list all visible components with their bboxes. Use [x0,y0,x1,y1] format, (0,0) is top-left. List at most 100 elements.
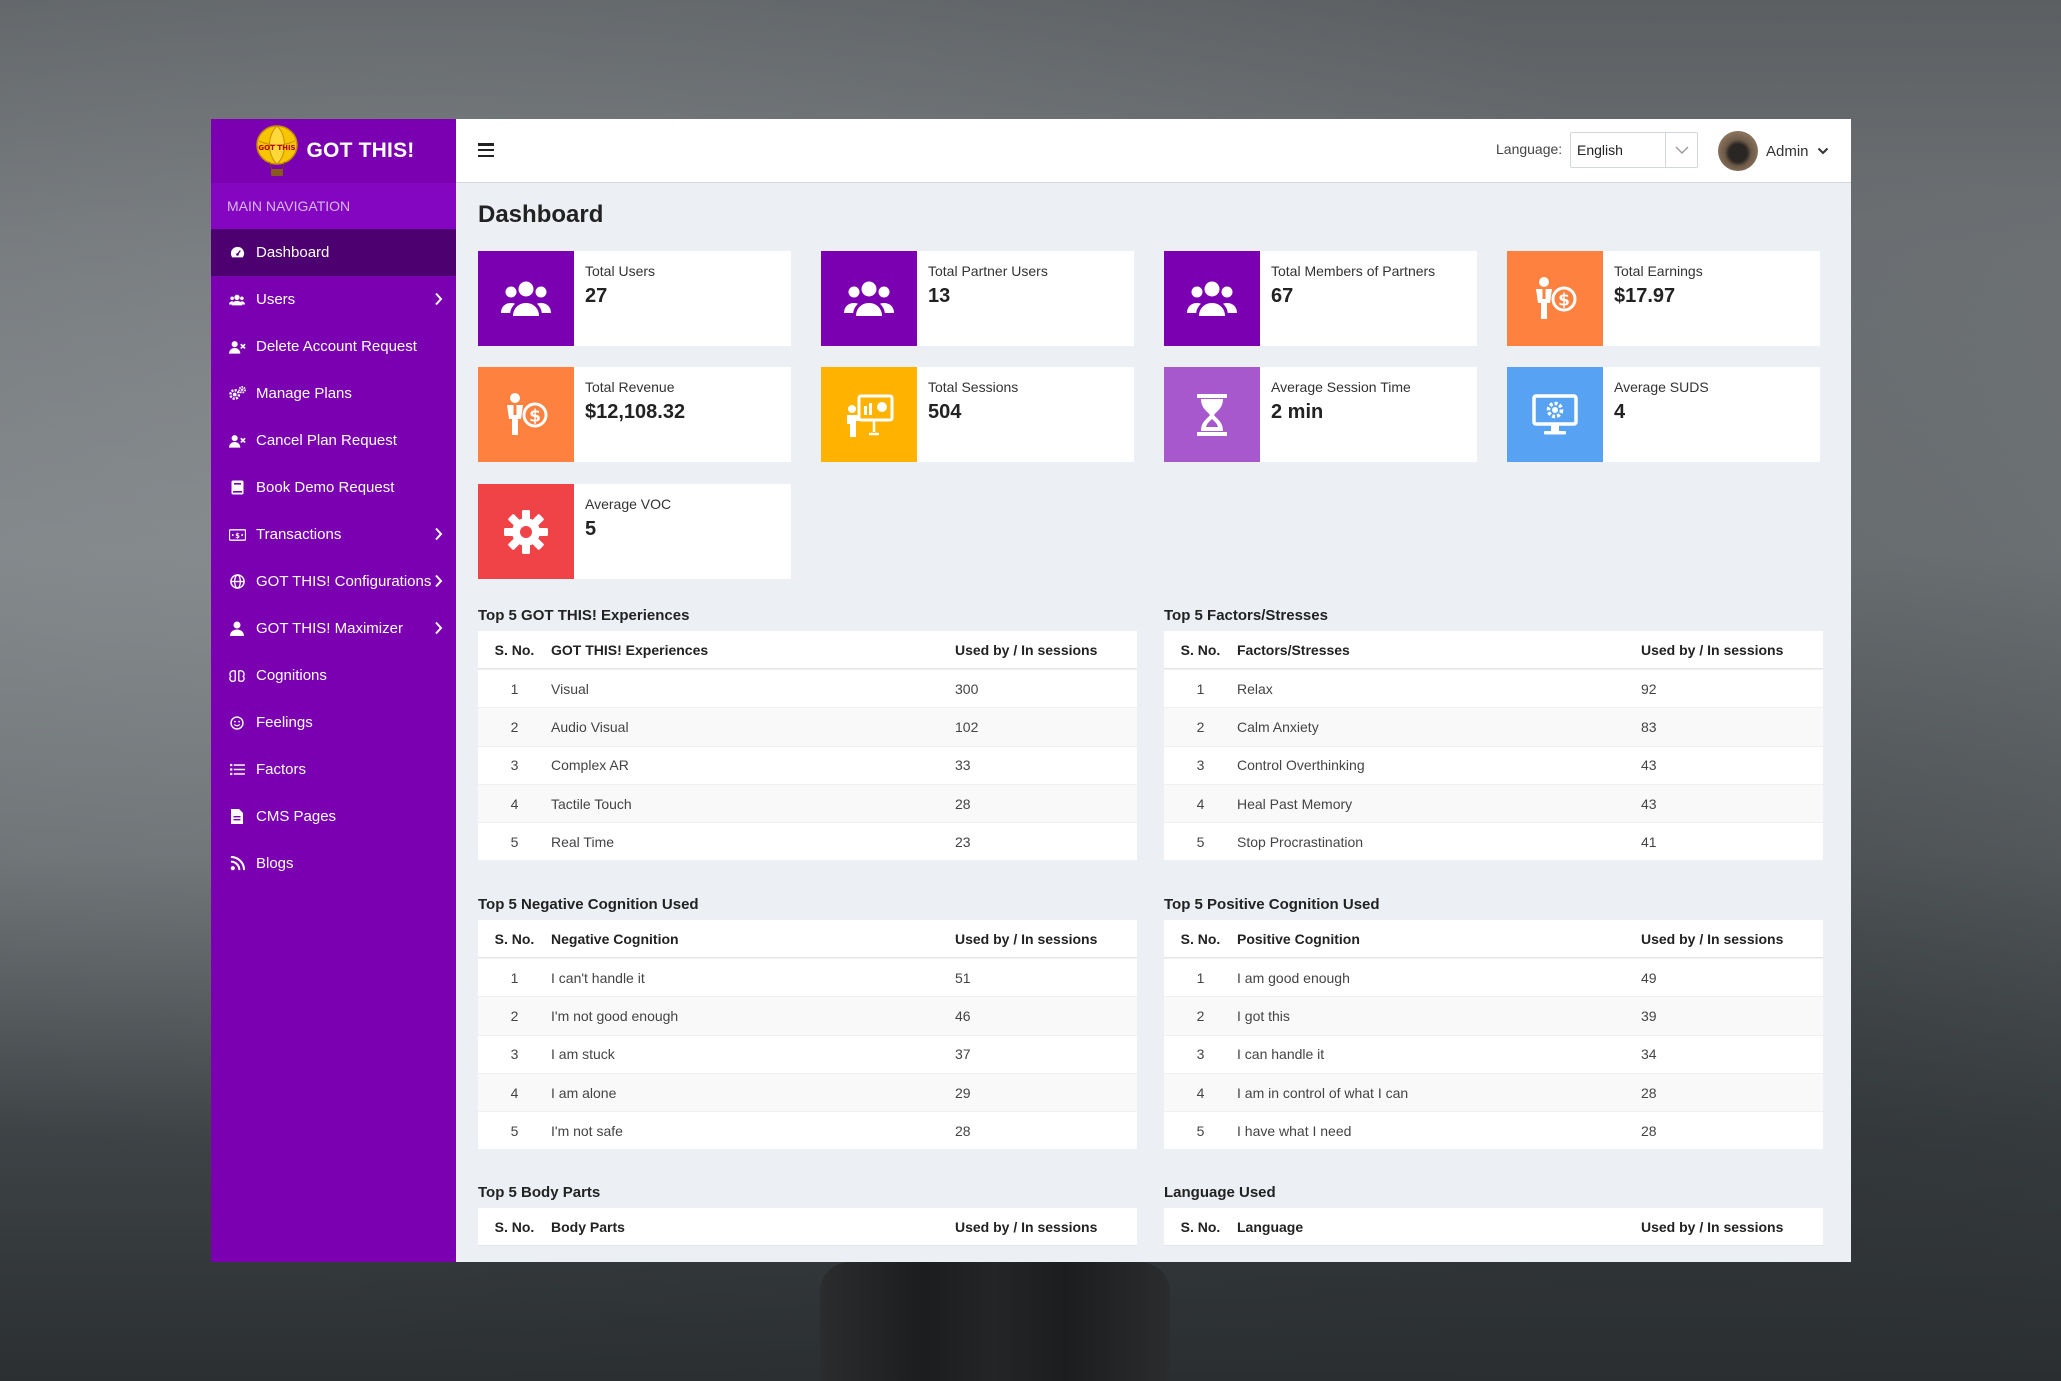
stat-card-total-earnings[interactable]: $ Total Earnings $17.97 [1507,251,1820,346]
sidebar-item-label: Feelings [256,714,313,731]
stat-card-total-revenue[interactable]: $ Total Revenue $12,108.32 [478,367,791,462]
svg-text:GOT THIS: GOT THIS [258,144,295,152]
stat-card-average-voc[interactable]: Average VOC 5 [478,484,791,579]
table-row: 5 I'm not safe 28 [478,1111,1137,1149]
sidebar-item-factors[interactable]: Factors [211,746,456,793]
stat-card-total-users[interactable]: Total Users 27 [478,251,791,346]
column-header: Positive Cognition [1237,930,1360,947]
stat-card-average-suds[interactable]: Average SUDS 4 [1507,367,1820,462]
page-title: Dashboard [478,201,604,228]
sidebar-item-cognitions[interactable]: Cognitions [211,652,456,699]
sidebar-item-dashboard[interactable]: Dashboard [211,229,456,276]
table-cell: 3 [1196,1046,1205,1063]
stat-label: Average Session Time [1271,379,1411,395]
table-row: 1 I am good enough 49 [1164,958,1823,996]
table-cell: 23 [955,833,971,850]
sidebar-item-users[interactable]: Users [211,276,456,323]
blog-icon [228,855,246,873]
stat-card-average-session-time[interactable]: Average Session Time 2 min [1164,367,1477,462]
table-cell: Tactile Touch [551,795,632,812]
section-title-top-5-factors-stresses: Top 5 Factors/Stresses [1164,607,1328,624]
stat-card-icon-box [821,367,917,462]
column-header: S. No. [494,1218,535,1235]
stat-card-total-sessions[interactable]: Total Sessions 504 [821,367,1134,462]
dashboard-icon [228,244,246,262]
brand[interactable]: GOT THIS GOT THIS! [211,119,456,183]
avatar [1718,131,1758,171]
table-cell: I'm not safe [551,1122,623,1139]
sidebar-item-book-demo-request[interactable]: Book Demo Request [211,464,456,511]
table-header-row: S. No. Language Used by / In sessions [1164,1208,1823,1246]
sidebar-item-cancel-plan-request[interactable]: Cancel Plan Request [211,417,456,464]
sidebar-item-label: Blogs [256,855,294,872]
user-icon [228,620,246,638]
chevron-down-icon[interactable] [1665,133,1697,167]
table-cell: 1 [510,680,519,697]
stat-card-icon-box [1164,251,1260,346]
stat-card-icon-box: $ [478,367,574,462]
svg-text:$: $ [529,406,541,426]
stat-card-total-partner-users[interactable]: Total Partner Users 13 [821,251,1134,346]
table-row: 2 Calm Anxiety 83 [1164,707,1823,746]
language-select[interactable]: English [1570,132,1698,168]
table-top-5-negative-cognition-used: S. No. Negative Cognition Used by / In ses… [478,920,1137,1150]
table-cell: Heal Past Memory [1237,795,1353,812]
table-cell: 2 [510,1007,519,1024]
monitor-gear-icon [1532,393,1578,437]
column-header: Language [1237,1218,1304,1235]
globe-icon [228,573,246,591]
menu-toggle-icon[interactable] [478,143,494,158]
stat-card-total-members-of-partners[interactable]: Total Members of Partners 67 [1164,251,1477,346]
table-cell: 4 [1196,795,1205,812]
sidebar-item-manage-plans[interactable]: Manage Plans [211,370,456,417]
presentation-icon [844,392,894,438]
sidebar-item-label: Cancel Plan Request [256,432,397,449]
table-cell: 28 [1641,1122,1657,1139]
sidebar-item-got-this-configurations[interactable]: GOT THIS! Configurations [211,558,456,605]
table-row: 3 I am stuck 37 [478,1034,1137,1073]
table-cell: 28 [955,1122,971,1139]
table-cell: 2 [1196,718,1205,735]
table-cell: Stop Procrastination [1237,833,1364,850]
sidebar-item-label: Manage Plans [256,385,352,402]
users-group-icon [1187,280,1237,318]
stat-value: 5 [585,518,597,540]
app-window: GOT THIS GOT THIS! MAIN NAVIGATION Dashb… [211,119,1851,1262]
table-row: 5 Stop Procrastination 41 [1164,822,1823,860]
table-cell: Control Overthinking [1237,757,1365,774]
stat-card-icon-box [1507,367,1603,462]
column-header: Body Parts [551,1218,625,1235]
sidebar-item-delete-account-request[interactable]: Delete Account Request [211,323,456,370]
table-row: 1 Visual 300 [478,669,1137,707]
table-cell: I got this [1237,1007,1290,1024]
table-cell: 37 [955,1046,971,1063]
table-row: 3 Control Overthinking 43 [1164,745,1823,784]
section-title-top-5-positive-cognition-used: Top 5 Positive Cognition Used [1164,896,1380,913]
table-cell: 33 [955,757,971,774]
stat-value: 504 [928,401,962,423]
sidebar-item-got-this-maximizer[interactable]: GOT THIS! Maximizer [211,605,456,652]
table-cell: 5 [510,1122,519,1139]
sidebar-item-label: Transactions [256,526,342,543]
stat-card-icon-box [1164,367,1260,462]
nav-header: MAIN NAVIGATION [211,183,456,229]
chevron-right-icon [434,527,444,541]
table-cell: 39 [1641,1007,1657,1024]
table-top-5-positive-cognition-used: S. No. Positive Cognition Used by / In ses… [1164,920,1823,1150]
table-cell: 5 [510,833,519,850]
sidebar-item-cms-pages[interactable]: CMS Pages [211,793,456,840]
table-cell: 46 [955,1007,971,1024]
sidebar-item-label: Book Demo Request [256,479,395,496]
stat-value: 13 [928,285,951,307]
table-cell: 29 [955,1084,971,1101]
table-cell: 3 [510,757,519,774]
table-cell: I can handle it [1237,1046,1325,1063]
table-cell: 1 [510,969,519,986]
table-row: 5 I have what I need 28 [1164,1111,1823,1149]
sidebar-item-blogs[interactable]: Blogs [211,840,456,887]
sidebar-item-feelings[interactable]: Feelings [211,699,456,746]
users-group-icon [844,280,894,318]
user-menu[interactable]: Admin [1718,129,1829,173]
sidebar-item-transactions[interactable]: $ Transactions [211,511,456,558]
column-header: S. No. [1180,930,1221,947]
